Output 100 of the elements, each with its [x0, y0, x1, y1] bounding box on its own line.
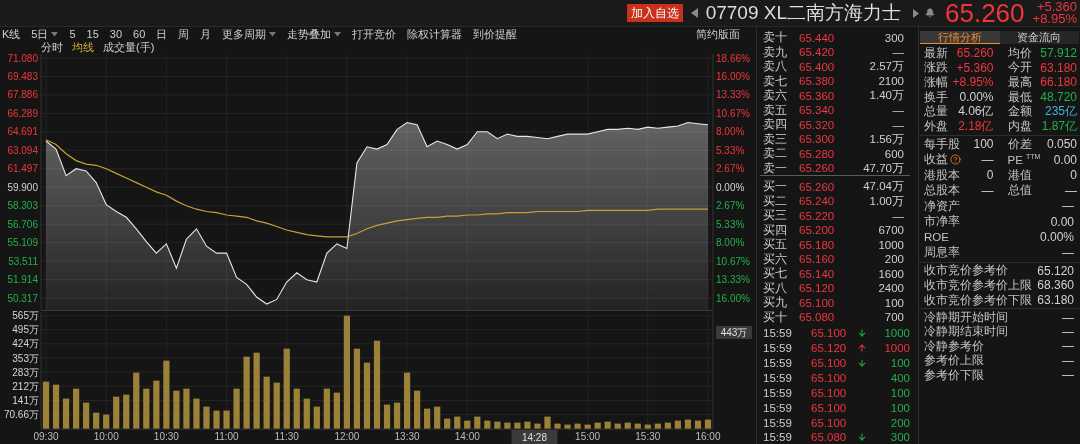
period-button[interactable]: 15 [86, 28, 99, 40]
trade-time: 15:59 [763, 431, 793, 444]
period-button[interactable]: 日 [156, 26, 168, 42]
volume-bar [404, 372, 411, 429]
stat-value: 0.00% [959, 90, 994, 105]
volume-bar [614, 423, 621, 429]
bid-price: 65.140 [799, 267, 836, 280]
help-icon[interactable] [950, 154, 961, 166]
time-axis-label: 11:00 [214, 431, 239, 442]
stat-label: 港股本 [924, 167, 960, 183]
price-axis-label: 55.109 [7, 237, 38, 249]
bid-volume: — [891, 209, 904, 222]
volume-bar [52, 384, 60, 429]
stat-label: 总股本 [924, 183, 960, 199]
stat-value: — [1062, 353, 1074, 368]
bid-price: 65.160 [799, 253, 836, 265]
volume-bar [223, 410, 230, 429]
stat-label: 收市竞价参考价下限 [924, 292, 1032, 308]
period-button[interactable]: 更多周期 [222, 26, 277, 42]
layout-button[interactable]: 简约版面 [696, 26, 740, 42]
period-button[interactable]: 打开竞价 [352, 26, 397, 42]
volume-bar [514, 422, 521, 429]
time-axis-label: 11:30 [274, 431, 299, 442]
panel-tab[interactable]: 行情分析 [920, 31, 1000, 44]
stat-label: 冷静期结束时间 [924, 324, 1008, 340]
volume-axis-label: 353万 [12, 352, 39, 364]
period-button[interactable]: 走势叠加 [287, 26, 342, 42]
ask-price: 65.280 [799, 147, 836, 160]
volume-bar [62, 398, 70, 429]
period-button[interactable]: 除权计算器 [407, 26, 463, 42]
stat-label: 收市竞价参考价上限 [924, 277, 1032, 293]
volume-bar [544, 416, 551, 429]
volume-bar [474, 416, 481, 429]
percent-axis-label: 5.33% [716, 218, 745, 230]
stat-label: 总值 [1007, 183, 1032, 199]
volume-axis-label: 424万 [12, 338, 39, 350]
volume-bar [133, 372, 140, 429]
volume-bar [233, 388, 240, 429]
volume-bar [564, 424, 571, 429]
volume-bar [143, 388, 150, 429]
add-to-watchlist-button[interactable]: 加入自选 [626, 4, 683, 22]
ask-volume: 2100 [877, 75, 904, 87]
trade-volume: 200 [889, 416, 910, 429]
legend-item[interactable]: 成交量(手) [103, 40, 155, 55]
stat-value: 65.260 [956, 46, 994, 61]
stat-value: 2.18亿 [958, 117, 994, 135]
legend-item[interactable]: 分时 [41, 40, 63, 55]
percent-axis-label: 10.67% [716, 107, 750, 119]
price-axis-label: 59.900 [7, 181, 38, 193]
volume-bar [704, 419, 712, 429]
period-button[interactable]: 30 [109, 28, 123, 40]
volume-bar [183, 388, 190, 429]
price-axis-label: 66.289 [7, 107, 38, 119]
bell-icon[interactable] [925, 8, 935, 18]
stat-value: — [981, 183, 994, 198]
stat-label: 均价 [1007, 45, 1032, 61]
volume-bar [684, 419, 692, 429]
stat-value: 65.120 [1037, 263, 1074, 278]
period-button[interactable]: 5 [69, 28, 76, 40]
ask-volume: 2.57万 [868, 59, 904, 74]
panel-tab[interactable]: 资金流向 [999, 31, 1079, 44]
next-triangle-icon[interactable] [913, 8, 919, 18]
period-button[interactable]: 5日 [31, 26, 59, 42]
volume-bar [434, 406, 441, 429]
bid-level: 买八 [763, 280, 788, 296]
stat-value: 100 [973, 137, 994, 152]
trade-time: 15:59 [763, 357, 793, 370]
period-button[interactable]: K线 [2, 26, 21, 42]
period-button[interactable]: 60 [133, 28, 146, 40]
trade-volume: 1000 [883, 342, 910, 355]
volume-bar [42, 381, 50, 429]
time-axis-label: 12:00 [334, 431, 360, 442]
trade-price: 65.100 [811, 416, 848, 429]
volume-bar [293, 388, 300, 429]
price-axis-label: 53.511 [8, 255, 38, 267]
stat-label: 最低 [1007, 89, 1032, 105]
legend-item[interactable]: 均线 [72, 40, 94, 55]
bid-volume: 1600 [877, 267, 904, 280]
period-button[interactable]: 到价提醒 [473, 26, 518, 42]
stat-label: 换手 [924, 89, 948, 105]
bid-price: 65.080 [799, 311, 836, 323]
trade-volume: 1000 [883, 327, 910, 340]
trade-time: 15:59 [763, 372, 793, 384]
ask-price: 65.300 [799, 133, 836, 145]
period-button[interactable]: 周 [178, 26, 190, 42]
price-axis-label: 67.886 [7, 89, 38, 101]
ask-volume: 1.56万 [868, 131, 904, 147]
volume-bar [323, 388, 330, 429]
previous-triangle-icon[interactable] [690, 8, 698, 18]
stat-label: 价差 [1007, 136, 1032, 152]
period-button[interactable]: 月 [200, 26, 212, 42]
bid-volume: 2400 [877, 282, 904, 294]
ask-level: 卖六 [763, 88, 788, 103]
volume-bar [393, 402, 401, 429]
trade-volume: 300 [889, 431, 910, 444]
bid-volume: 6700 [877, 224, 904, 236]
volume-axis-label: 70.66万 [3, 409, 39, 420]
trade-price: 65.080 [811, 431, 848, 444]
bid-price: 65.220 [799, 209, 836, 222]
stat-label: 冷静参考价 [924, 338, 984, 354]
